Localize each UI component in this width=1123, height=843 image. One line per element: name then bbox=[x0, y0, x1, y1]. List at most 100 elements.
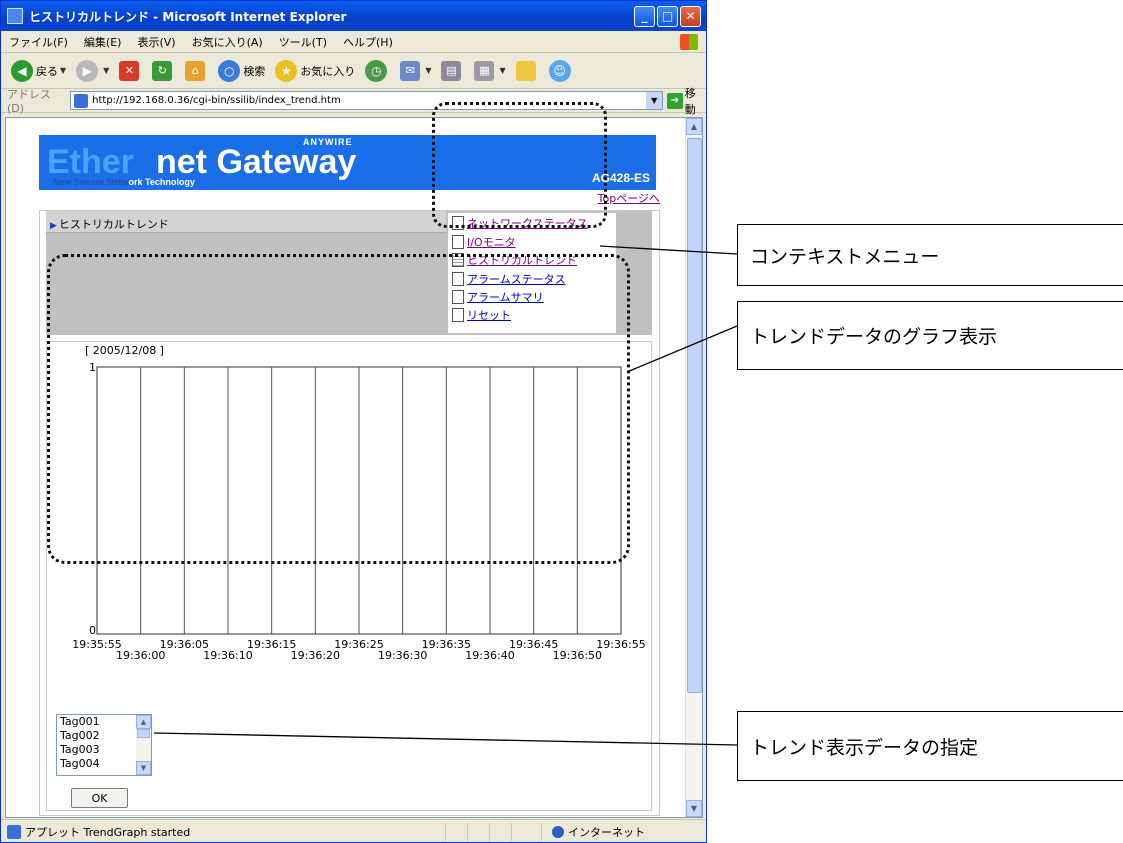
applet-icon bbox=[7, 824, 21, 839]
status-cell bbox=[511, 822, 533, 841]
folder-icon bbox=[515, 60, 536, 81]
y-min-label: 0 bbox=[89, 624, 96, 637]
menu-tools[interactable]: ツール(T) bbox=[279, 34, 327, 50]
scrollbar-thumb[interactable] bbox=[137, 729, 150, 738]
dropdown-arrow-icon: ▼ bbox=[425, 66, 432, 75]
favorites-button[interactable]: ★ お気に入り bbox=[275, 59, 356, 82]
x-tick-label: 19:36:25 bbox=[334, 638, 383, 651]
x-tick-label: 19:36:45 bbox=[509, 638, 558, 651]
status-bar: アプレット TrendGraph started インターネット bbox=[1, 819, 706, 842]
menu-bar: ファイル(F) 編集(E) 表示(V) お気に入り(A) ツール(T) ヘルプ(… bbox=[1, 31, 706, 53]
menu-view[interactable]: 表示(V) bbox=[137, 34, 175, 50]
status-cell bbox=[489, 822, 511, 841]
x-tick-label: 19:36:05 bbox=[160, 638, 209, 651]
page-icon bbox=[74, 93, 89, 108]
home-button[interactable]: ⌂ bbox=[185, 60, 208, 81]
title-bar[interactable]: ヒストリカルトレンド - Microsoft Internet Explorer… bbox=[1, 1, 706, 31]
window-title: ヒストリカルトレンド - Microsoft Internet Explorer bbox=[29, 9, 347, 24]
history-button[interactable]: ◷ bbox=[365, 59, 390, 82]
scrollbar-thumb[interactable] bbox=[687, 138, 702, 693]
page-scrollbar[interactable]: ▲ ▼ bbox=[685, 118, 702, 817]
go-label: 移動 bbox=[684, 86, 696, 116]
ie-app-icon bbox=[7, 8, 23, 24]
ctx-link[interactable]: I/Oモニタ bbox=[467, 234, 516, 250]
back-label: 戻る bbox=[36, 64, 58, 78]
search-button[interactable]: ○ 検索 bbox=[218, 59, 266, 82]
document-icon bbox=[452, 235, 464, 249]
windows-logo-icon bbox=[680, 33, 698, 50]
header-strip: ▶ ヒストリカルトレンド bbox=[46, 211, 446, 233]
breadcrumb: ▶ ヒストリカルトレンド bbox=[50, 216, 169, 232]
x-tick-label: 19:36:35 bbox=[422, 638, 471, 651]
ok-button[interactable]: OK bbox=[71, 788, 128, 808]
back-button[interactable]: ◀ 戻る ▼ bbox=[11, 59, 66, 82]
toolbar: ◀ 戻る ▼ ▶ ▼ ✕ ↻ ⌂ ○ 検索 ★ お気に入り ◷ ✉ ▼ ▤ ▦ … bbox=[1, 53, 706, 89]
top-page-link[interactable]: Topページへ bbox=[598, 190, 660, 206]
stop-icon: ✕ bbox=[119, 60, 140, 81]
tag-select-list[interactable]: Tag001 Tag002 Tag003 Tag004 ▲ ▼ bbox=[56, 714, 152, 776]
banner-tagline-a: New Sensor Netw bbox=[53, 177, 129, 187]
banner-tagline-b: ork Technology bbox=[128, 177, 195, 187]
breadcrumb-label: ヒストリカルトレンド bbox=[58, 218, 169, 231]
x-tick-label: 19:36:30 bbox=[378, 649, 427, 662]
graph-highlight bbox=[47, 254, 630, 564]
go-button[interactable]: ➔ 移動 bbox=[667, 85, 706, 117]
mail-button[interactable]: ✉ ▼ bbox=[400, 60, 432, 81]
refresh-button[interactable]: ↻ bbox=[152, 60, 175, 81]
chevron-down-icon[interactable]: ▼ bbox=[646, 92, 663, 109]
go-arrow-icon: ➔ bbox=[667, 92, 683, 109]
context-menu-highlight bbox=[432, 102, 607, 228]
search-label: 検索 bbox=[243, 64, 266, 78]
chevron-up-icon[interactable]: ▲ bbox=[686, 118, 702, 135]
refresh-icon: ↻ bbox=[152, 60, 173, 81]
x-tick-label: 19:36:15 bbox=[247, 638, 296, 651]
back-arrow-icon: ◀ bbox=[11, 59, 33, 82]
chevron-down-icon[interactable]: ▼ bbox=[136, 761, 151, 775]
close-button[interactable]: ✕ bbox=[680, 5, 701, 27]
menu-edit[interactable]: 編集(E) bbox=[84, 34, 122, 50]
stop-button[interactable]: ✕ bbox=[119, 60, 142, 81]
favorites-label: お気に入り bbox=[300, 64, 356, 78]
zone-label: インターネット bbox=[568, 825, 645, 839]
mail-icon: ✉ bbox=[400, 60, 421, 81]
callout-context-menu: コンテキストメニュー bbox=[737, 224, 1123, 286]
maximize-button[interactable]: □ bbox=[657, 5, 678, 27]
banner-tagline: New Sensor Network Technology bbox=[53, 177, 195, 187]
x-tick-label: 19:36:40 bbox=[465, 649, 514, 662]
menu-file[interactable]: ファイル(F) bbox=[9, 34, 68, 50]
globe-icon bbox=[552, 825, 564, 838]
dropdown-arrow-icon: ▼ bbox=[103, 66, 110, 75]
forward-button[interactable]: ▶ ▼ bbox=[76, 59, 110, 82]
chevron-down-icon[interactable]: ▼ bbox=[686, 800, 702, 817]
print-button[interactable]: ▤ bbox=[441, 60, 464, 81]
print-icon: ▤ bbox=[441, 60, 462, 81]
star-icon: ★ bbox=[275, 59, 298, 82]
status-cell bbox=[467, 822, 489, 841]
search-icon: ○ bbox=[218, 59, 241, 82]
home-icon: ⌂ bbox=[185, 60, 206, 81]
menu-help[interactable]: ヘルプ(H) bbox=[343, 34, 393, 50]
tag-list-scrollbar[interactable]: ▲ ▼ bbox=[136, 715, 151, 775]
folder-button[interactable] bbox=[515, 60, 539, 81]
history-icon: ◷ bbox=[365, 59, 388, 82]
status-text: アプレット TrendGraph started bbox=[25, 825, 191, 839]
x-tick-label: 19:36:10 bbox=[203, 649, 252, 662]
x-tick-label: 19:36:20 bbox=[291, 649, 340, 662]
x-tick-label: 19:36:00 bbox=[116, 649, 165, 662]
ctx-item-io-monitor[interactable]: I/Oモニタ bbox=[452, 234, 516, 250]
messenger-button[interactable]: ☺ bbox=[548, 59, 574, 82]
address-label: アドレス(D) bbox=[7, 88, 51, 115]
forward-arrow-icon: ▶ bbox=[76, 59, 99, 82]
minimize-button[interactable]: _ bbox=[634, 5, 655, 27]
chevron-up-icon[interactable]: ▲ bbox=[136, 715, 151, 729]
triangle-right-icon: ▶ bbox=[50, 221, 57, 231]
security-zone: インターネット bbox=[541, 822, 645, 841]
callout-graph: トレンドデータのグラフ表示 bbox=[737, 301, 1123, 370]
edit-icon: ▦ bbox=[474, 60, 495, 81]
edit-button[interactable]: ▦ ▼ bbox=[474, 60, 506, 81]
x-tick-label: 19:35:55 bbox=[72, 638, 121, 651]
x-tick-label: 19:36:50 bbox=[553, 649, 602, 662]
banner-brand: ANYWIRE bbox=[303, 137, 353, 147]
menu-favorites[interactable]: お気に入り(A) bbox=[192, 34, 263, 50]
messenger-icon: ☺ bbox=[548, 59, 571, 82]
